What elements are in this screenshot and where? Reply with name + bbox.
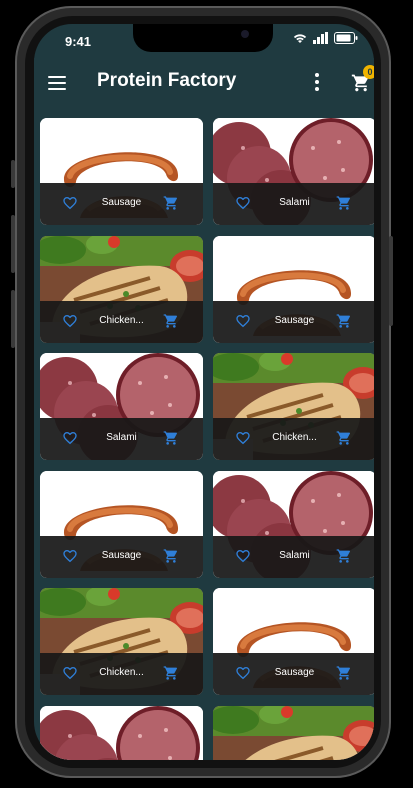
favorite-heart-icon[interactable] <box>62 665 78 681</box>
product-footer: Sausage <box>213 653 374 695</box>
product-card[interactable]: Chicken... <box>213 705 374 760</box>
product-label: Salami <box>106 432 137 443</box>
add-to-cart-icon[interactable] <box>163 548 179 564</box>
add-to-cart-icon[interactable] <box>336 195 352 211</box>
hamburger-menu-icon[interactable] <box>48 76 66 90</box>
camera-icon <box>241 30 249 38</box>
product-footer: Salami <box>213 535 374 578</box>
product-footer: Sausage <box>40 535 203 578</box>
add-to-cart-icon[interactable] <box>163 195 179 211</box>
add-to-cart-icon[interactable] <box>336 665 352 681</box>
cart-count-badge: 0 <box>363 65 374 79</box>
product-footer: Salami <box>213 183 374 225</box>
product-label: Chicken... <box>99 314 144 326</box>
favorite-heart-icon[interactable] <box>62 548 78 564</box>
product-label: Sausage <box>101 549 142 561</box>
product-image <box>213 705 374 760</box>
favorite-heart-icon[interactable] <box>235 430 251 446</box>
product-label: Sausage <box>101 197 142 208</box>
product-image <box>40 705 203 760</box>
volume-down-button <box>11 290 15 348</box>
favorite-heart-icon[interactable] <box>235 195 251 211</box>
product-label: Chicken... <box>99 667 144 678</box>
volume-up-button <box>11 215 15 273</box>
favorite-heart-icon[interactable] <box>235 313 251 329</box>
product-card[interactable]: Sausage <box>40 470 203 578</box>
wifi-icon <box>293 34 307 43</box>
favorite-heart-icon[interactable] <box>235 548 251 564</box>
product-label: Salami <box>279 197 310 208</box>
add-to-cart-icon[interactable] <box>163 665 179 681</box>
power-button <box>389 236 393 326</box>
page-title: Protein Factory <box>97 70 237 91</box>
more-vert-icon[interactable] <box>314 73 320 93</box>
product-card[interactable]: Chicken... <box>213 353 374 460</box>
product-footer: Chicken... <box>40 300 203 343</box>
favorite-heart-icon[interactable] <box>62 430 78 446</box>
app-bar: Protein Factory 0 <box>34 58 374 110</box>
product-footer: Salami <box>40 418 203 460</box>
battery-icon <box>334 32 358 44</box>
product-footer: Sausage <box>213 300 374 343</box>
product-card[interactable]: Sausage <box>213 235 374 343</box>
product-label: Sausage <box>274 314 315 326</box>
product-label: Salami <box>279 549 310 561</box>
add-to-cart-icon[interactable] <box>336 313 352 329</box>
product-card[interactable]: Sausage <box>40 118 203 225</box>
product-card[interactable]: Salami <box>213 118 374 225</box>
app-screen: 9:41 Protein Factory 0 Sausage Salami Chic… <box>34 24 374 760</box>
product-label: Sausage <box>274 667 315 678</box>
favorite-heart-icon[interactable] <box>62 195 78 211</box>
product-card[interactable]: Salami <box>40 705 203 760</box>
add-to-cart-icon[interactable] <box>336 430 352 446</box>
product-card[interactable]: Salami <box>213 470 374 578</box>
product-footer: Chicken... <box>40 653 203 695</box>
favorite-heart-icon[interactable] <box>62 313 78 329</box>
add-to-cart-icon[interactable] <box>336 548 352 564</box>
product-footer: Sausage <box>40 183 203 225</box>
product-card[interactable]: Salami <box>40 353 203 460</box>
product-card[interactable]: Chicken... <box>40 235 203 343</box>
notch <box>133 24 273 52</box>
add-to-cart-icon[interactable] <box>163 313 179 329</box>
signal-icon <box>313 32 328 44</box>
mute-switch <box>11 160 15 188</box>
cart-button[interactable]: 0 <box>351 65 374 95</box>
status-time: 9:41 <box>65 34 92 49</box>
product-card[interactable]: Chicken... <box>40 588 203 695</box>
product-footer: Chicken... <box>213 418 374 460</box>
product-card[interactable]: Sausage <box>213 588 374 695</box>
product-label: Chicken... <box>272 432 317 443</box>
favorite-heart-icon[interactable] <box>235 665 251 681</box>
add-to-cart-icon[interactable] <box>163 430 179 446</box>
